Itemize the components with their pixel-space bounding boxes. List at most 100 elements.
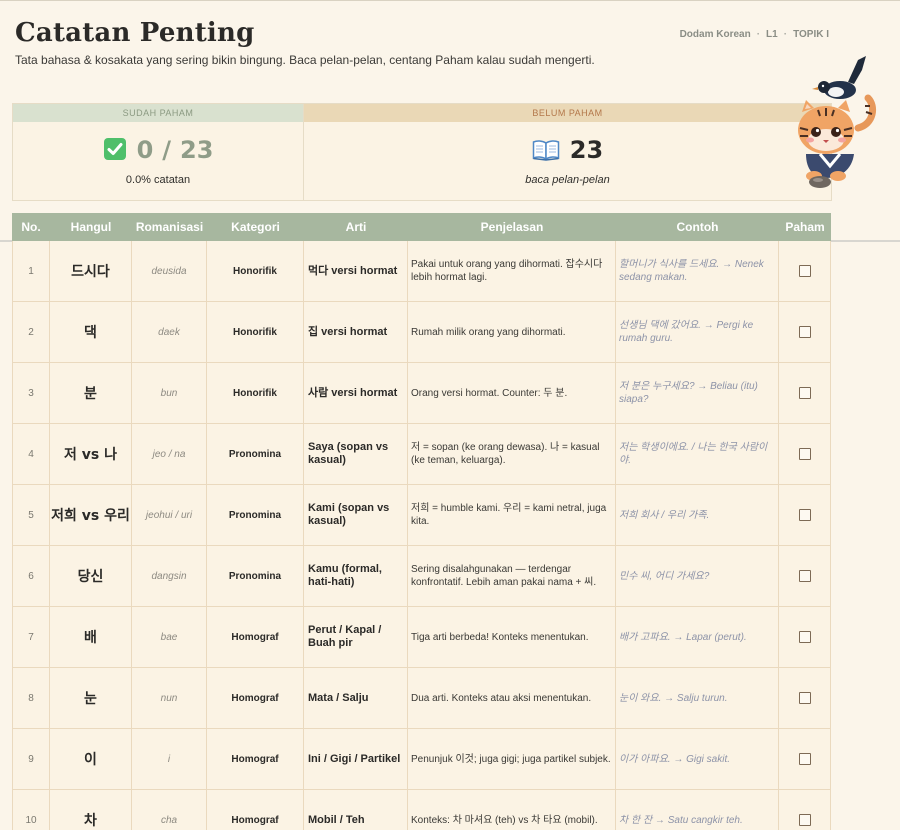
hangul-cell: 이 xyxy=(50,729,132,789)
column-header[interactable]: Romanisasi xyxy=(132,213,207,241)
hangul-cell: 드시다 xyxy=(50,241,132,301)
table-row: 5 저희 vs 우리 jeohui / uri Pronomina Kami (… xyxy=(12,485,831,546)
romanization-cell: nun xyxy=(132,668,207,728)
paham-checkbox[interactable] xyxy=(798,326,811,338)
breadcrumb-item[interactable]: L1 xyxy=(766,29,778,40)
meaning-cell: 사람 versi hormat xyxy=(304,363,408,423)
romanization-cell: jeohui / uri xyxy=(132,485,207,545)
example-cell: 선생님 댁에 갔어요. → Pergi ke rumah guru. xyxy=(616,302,779,362)
column-header[interactable]: Paham xyxy=(779,213,831,241)
paham-cell xyxy=(779,485,831,545)
meaning-cell: Kamu (formal, hati-hati) xyxy=(304,546,408,606)
hangul-cell: 당신 xyxy=(50,546,132,606)
paham-cell xyxy=(779,302,831,362)
hangul-cell: 차 xyxy=(50,790,132,830)
column-header[interactable]: Arti xyxy=(304,213,408,241)
row-number: 2 xyxy=(12,302,50,362)
paham-cell xyxy=(779,790,831,830)
example-cell: 배가 고파요. → Lapar (perut). xyxy=(616,607,779,667)
stat-count: 23 xyxy=(304,136,831,167)
row-number: 8 xyxy=(12,668,50,728)
column-header[interactable]: No. xyxy=(12,213,50,241)
category-cell: Homograf xyxy=(207,790,304,830)
paham-checkbox[interactable] xyxy=(798,814,811,826)
row-number: 5 xyxy=(12,485,50,545)
paham-checkbox[interactable] xyxy=(798,265,811,277)
category-cell: Honorifik xyxy=(207,241,304,301)
total-count: 23 xyxy=(180,136,214,164)
explanation-cell: Pakai untuk orang yang dihormati. 잡수시다 l… xyxy=(408,241,616,301)
tiger-magpie-mascot-icon xyxy=(796,54,882,194)
meaning-cell: 먹다 versi hormat xyxy=(304,241,408,301)
category-cell: Pronomina xyxy=(207,424,304,484)
stat-belum-paham: BELUM PAHAM 23 baca pelan-pelan xyxy=(304,104,831,200)
breadcrumb-item[interactable]: TOPIK I xyxy=(793,29,829,40)
hangul-cell: 배 xyxy=(50,607,132,667)
top-divider xyxy=(0,0,900,1)
table-row: 7 배 bae Homograf Perut / Kapal / Buah pi… xyxy=(12,607,831,668)
hangul-cell: 댁 xyxy=(50,302,132,362)
meaning-cell: Ini / Gigi / Partikel xyxy=(304,729,408,789)
column-header[interactable]: Contoh xyxy=(616,213,779,241)
done-percent: 0.0% catatan xyxy=(125,174,191,186)
category-cell: Pronomina xyxy=(207,485,304,545)
explanation-cell: Penunjuk 이것; juga gigi; juga partikel su… xyxy=(408,729,616,789)
hangul-cell: 저희 vs 우리 xyxy=(50,485,132,545)
table-row: 9 이 i Homograf Ini / Gigi / Partikel Pen… xyxy=(12,729,831,790)
notes-table: No. Hangul Romanisasi Kategori Arti Penj… xyxy=(12,213,831,830)
category-cell: Homograf xyxy=(207,668,304,728)
column-header[interactable]: Kategori xyxy=(207,213,304,241)
romanization-cell: i xyxy=(132,729,207,789)
meaning-cell: 집 versi hormat xyxy=(304,302,408,362)
romanization-cell: bun xyxy=(132,363,207,423)
paham-checkbox[interactable] xyxy=(798,509,811,521)
category-cell: Honorifik xyxy=(207,302,304,362)
paham-checkbox[interactable] xyxy=(798,387,811,399)
example-cell: 저 분은 누구세요? → Beliau (itu) siapa? xyxy=(616,363,779,423)
breadcrumb: Dodam Korean · L1 · TOPIK I xyxy=(679,29,829,40)
example-cell: 이가 아파요. → Gigi sakit. xyxy=(616,729,779,789)
paham-checkbox[interactable] xyxy=(798,692,811,704)
example-cell: 민수 씨, 어디 가세요? xyxy=(616,546,779,606)
category-cell: Homograf xyxy=(207,729,304,789)
paham-cell xyxy=(779,668,831,728)
stat-sudah-paham: SUDAH PAHAM 0/23 0.0% catatan xyxy=(13,104,304,200)
paham-cell xyxy=(779,363,831,423)
table-row: 3 분 bun Honorifik 사람 versi hormat Orang … xyxy=(12,363,831,424)
paham-checkbox[interactable] xyxy=(798,448,811,460)
progress-summary: SUDAH PAHAM 0/23 0.0% catatan BELUM PAHA… xyxy=(12,103,832,201)
row-number: 10 xyxy=(12,790,50,830)
row-number: 6 xyxy=(12,546,50,606)
stat-label: BELUM PAHAM xyxy=(304,104,831,122)
table-row: 6 당신 dangsin Pronomina Kamu (formal, hat… xyxy=(12,546,831,607)
breadcrumb-item[interactable]: Dodam Korean xyxy=(680,29,751,40)
meaning-cell: Perut / Kapal / Buah pir xyxy=(304,607,408,667)
meaning-cell: Saya (sopan vs kasual) xyxy=(304,424,408,484)
explanation-cell: Sering disalahgunakan — terdengar konfro… xyxy=(408,546,616,606)
column-header[interactable]: Penjelasan xyxy=(408,213,616,241)
example-cell: 저희 회사 / 우리 가족. xyxy=(616,485,779,545)
done-count: 0 xyxy=(136,136,154,164)
table-row: 2 댁 daek Honorifik 집 versi hormat Rumah … xyxy=(12,302,831,363)
table-row: 1 드시다 deusida Honorifik 먹다 versi hormat … xyxy=(12,241,831,302)
stat-count: 0/23 xyxy=(13,136,303,167)
example-cell: 할머니가 식사를 드세요. → Nenek sedang makan. xyxy=(616,241,779,301)
hangul-cell: 분 xyxy=(50,363,132,423)
column-header[interactable]: Hangul xyxy=(50,213,132,241)
meaning-cell: Mata / Salju xyxy=(304,668,408,728)
table-header: No. Hangul Romanisasi Kategori Arti Penj… xyxy=(12,213,831,241)
paham-checkbox[interactable] xyxy=(798,631,811,643)
romanization-cell: jeo / na xyxy=(132,424,207,484)
paham-checkbox[interactable] xyxy=(798,570,811,582)
row-number: 7 xyxy=(12,607,50,667)
row-number: 3 xyxy=(12,363,50,423)
explanation-cell: 저희 = humble kami. 우리 = kami netral, juga… xyxy=(408,485,616,545)
paham-cell xyxy=(779,241,831,301)
hangul-cell: 눈 xyxy=(50,668,132,728)
romanization-cell: cha xyxy=(132,790,207,830)
explanation-cell: Dua arti. Konteks atau aksi menentukan. xyxy=(408,668,616,728)
explanation-cell: Tiga arti berbeda! Konteks menentukan. xyxy=(408,607,616,667)
paham-cell xyxy=(779,424,831,484)
explanation-cell: 저 = sopan (ke orang dewasa). 나 = kasual … xyxy=(408,424,616,484)
paham-checkbox[interactable] xyxy=(798,753,811,765)
